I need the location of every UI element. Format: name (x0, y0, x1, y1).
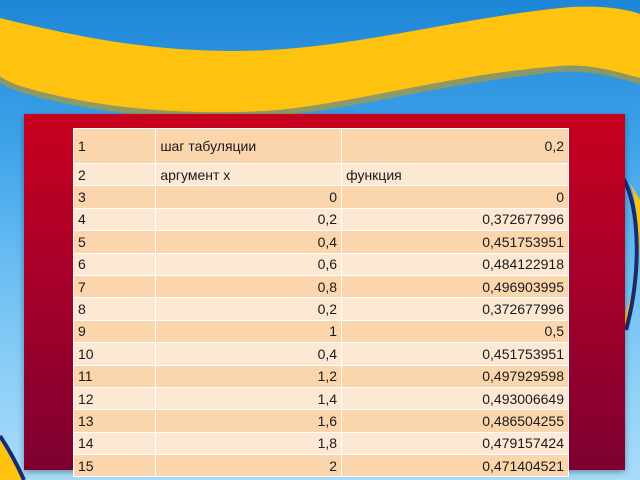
row-number-cell: 4 (72, 207, 157, 232)
table-row: 11 1,2 0,497929598 (72, 364, 569, 388)
table-row: 1 шаг табуляции 0,2 (72, 128, 569, 164)
function-cell: 0,5 (341, 319, 569, 344)
argument-cell: 2 (155, 454, 343, 478)
argument-cell: 1 (155, 319, 343, 344)
argument-cell: 0,2 (155, 207, 343, 232)
function-cell: 0,471404521 (341, 454, 569, 478)
row-number-cell: 9 (72, 319, 157, 344)
table-row: 12 1,4 0,493006649 (72, 386, 569, 411)
argument-cell: 0,4 (155, 230, 343, 254)
tabulation-table: 1 шаг табуляции 0,2 2 аргумент х функция 3 0 0 4 0… (72, 128, 569, 478)
row-number-cell: 8 (72, 297, 157, 321)
argument-cell: 1,8 (155, 431, 343, 456)
table-row: 2 аргумент х функция (72, 162, 569, 187)
row-number-cell: 3 (72, 185, 157, 209)
function-cell: 0,484122918 (341, 252, 569, 276)
function-cell: 0,372677996 (341, 297, 569, 321)
argument-cell: 1,6 (155, 409, 343, 433)
table-row: 4 0,2 0,372677996 (72, 207, 569, 232)
table-row: 9 1 0,5 (72, 319, 569, 344)
table-row: 7 0,8 0,496903995 (72, 274, 569, 299)
row-number-cell: 15 (72, 454, 157, 478)
function-cell: 0,2 (341, 128, 569, 164)
function-cell: 0 (341, 185, 569, 209)
row-number-cell: 11 (72, 364, 157, 388)
function-cell: 0,372677996 (341, 207, 569, 232)
table-row: 14 1,8 0,479157424 (72, 431, 569, 456)
function-cell: 0,496903995 (341, 274, 569, 299)
row-number-cell: 5 (72, 230, 157, 254)
table-row: 5 0,4 0,451753951 (72, 230, 569, 254)
function-cell: 0,493006649 (341, 386, 569, 411)
table-row: 8 0,2 0,372677996 (72, 297, 569, 321)
function-cell: 0,497929598 (341, 364, 569, 388)
row-number-cell: 1 (72, 128, 157, 164)
argument-cell: 0 (155, 185, 343, 209)
table-row: 15 2 0,471404521 (72, 454, 569, 478)
row-number-cell: 7 (72, 274, 157, 299)
argument-cell: 0,6 (155, 252, 343, 276)
yellow-banner (0, 6, 640, 113)
argument-cell: аргумент х (155, 162, 343, 187)
argument-cell: 1,4 (155, 386, 343, 411)
row-number-cell: 12 (72, 386, 157, 411)
table-row: 13 1,6 0,486504255 (72, 409, 569, 433)
function-cell: 0,451753951 (341, 342, 569, 366)
function-cell: 0,479157424 (341, 431, 569, 456)
function-cell: функция (341, 162, 569, 187)
row-number-cell: 14 (72, 431, 157, 456)
argument-cell: 0,2 (155, 297, 343, 321)
row-number-cell: 10 (72, 342, 157, 366)
table-row: 6 0,6 0,484122918 (72, 252, 569, 276)
row-number-cell: 13 (72, 409, 157, 433)
left-swoosh (0, 440, 22, 480)
table-row: 300 (72, 185, 569, 209)
table-row: 10 0,4 0,451753951 (72, 342, 569, 366)
row-number-cell: 6 (72, 252, 157, 276)
argument-cell: шаг табуляции (155, 128, 343, 164)
row-number-cell: 2 (72, 162, 157, 187)
argument-cell: 0,4 (155, 342, 343, 366)
argument-cell: 0,8 (155, 274, 343, 299)
argument-cell: 1,2 (155, 364, 343, 388)
function-cell: 0,451753951 (341, 230, 569, 254)
function-cell: 0,486504255 (341, 409, 569, 433)
